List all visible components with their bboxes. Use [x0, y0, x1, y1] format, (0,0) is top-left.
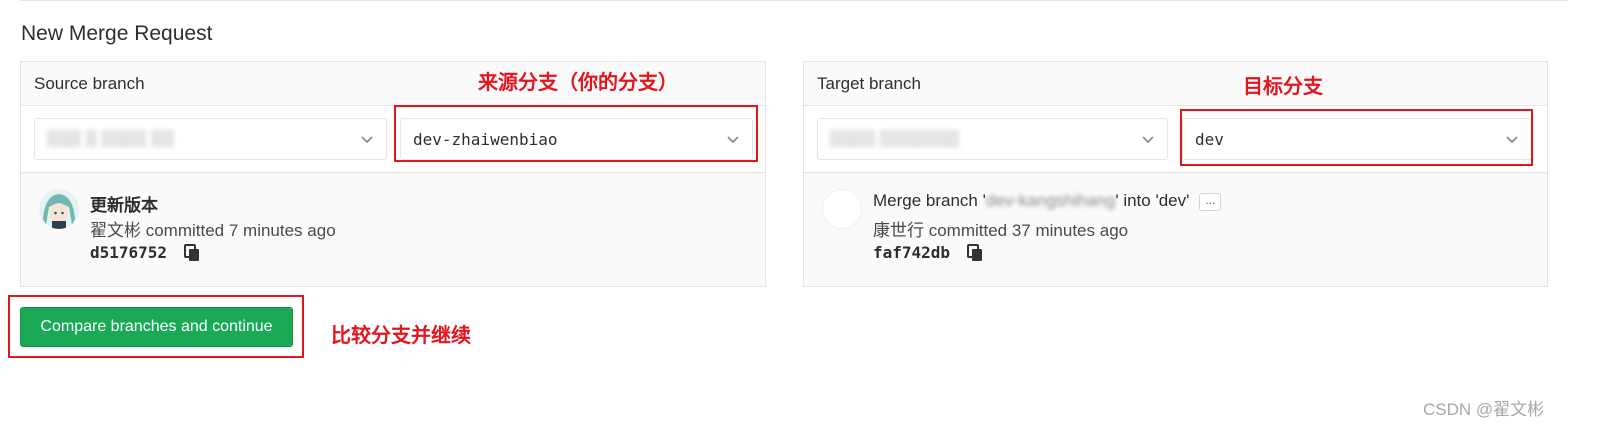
- commit-message-prefix: Merge branch ': [873, 191, 986, 210]
- target-project-dropdown[interactable]: ▒▒▒▒ ▒▒▒▒▒▒▒: [817, 118, 1168, 160]
- copy-icon[interactable]: [966, 243, 984, 262]
- commit-message-branch: dev-kangshihang: [985, 191, 1116, 210]
- target-branch-panel: Target branch ▒▒▒▒ ▒▒▒▒▒▒▒ dev Merge bra…: [803, 61, 1548, 287]
- chevron-down-icon: [727, 136, 739, 144]
- source-branch-selectors: ▒▒▒ ▒ ▒▒▒▒ ▒▒ dev-zhaiwenbiao: [21, 106, 765, 173]
- chevron-down-icon: [1506, 136, 1518, 144]
- source-commit-info: 更新版本 翟文彬 committed 7 minutes ago d517675…: [21, 173, 765, 286]
- top-divider: [20, 0, 1568, 1]
- compare-annotation: 比较分支并继续: [331, 325, 471, 347]
- avatar: [39, 189, 79, 229]
- target-commit-sha-row: faf742db: [873, 243, 984, 262]
- source-project-value: ▒▒▒ ▒ ▒▒▒▒ ▒▒: [47, 130, 174, 147]
- target-project-value: ▒▒▒▒ ▒▒▒▒▒▒▒: [830, 130, 960, 147]
- page-title: New Merge Request: [21, 22, 213, 45]
- source-commit-sha[interactable]: d5176752: [90, 243, 167, 262]
- target-commit-sha[interactable]: faf742db: [873, 243, 950, 262]
- copy-icon[interactable]: [183, 243, 201, 262]
- target-commit-message[interactable]: Merge branch 'dev-kangshihang' into 'dev…: [873, 191, 1222, 211]
- target-branch-value: dev: [1195, 129, 1224, 149]
- target-branch-header: Target branch: [804, 62, 1547, 106]
- commit-message-suffix: ' into 'dev': [1115, 191, 1190, 210]
- source-commit-message[interactable]: 更新版本: [90, 191, 158, 216]
- expand-commit-button[interactable]: ...: [1199, 192, 1222, 211]
- source-branch-value: dev-zhaiwenbiao: [413, 129, 558, 149]
- target-commit-meta: 康世行 committed 37 minutes ago: [873, 221, 1129, 240]
- chevron-down-icon: [1142, 136, 1154, 144]
- source-branch-dropdown[interactable]: dev-zhaiwenbiao: [400, 118, 753, 160]
- target-branch-selectors: ▒▒▒▒ ▒▒▒▒▒▒▒ dev: [804, 106, 1547, 173]
- compare-branches-button[interactable]: Compare branches and continue: [20, 307, 293, 347]
- source-commit-meta: 翟文彬 committed 7 minutes ago: [90, 221, 336, 240]
- chevron-down-icon: [361, 136, 373, 144]
- source-project-dropdown[interactable]: ▒▒▒ ▒ ▒▒▒▒ ▒▒: [34, 118, 387, 160]
- source-commit-sha-row: d5176752: [90, 243, 201, 262]
- watermark: CSDN @翟文彬: [1423, 400, 1545, 419]
- source-branch-annotation: 来源分支（你的分支）: [478, 72, 678, 94]
- avatar: [822, 189, 862, 229]
- target-branch-dropdown[interactable]: dev: [1182, 118, 1532, 160]
- target-commit-info: Merge branch 'dev-kangshihang' into 'dev…: [804, 173, 1547, 286]
- target-branch-annotation: 目标分支: [1243, 76, 1323, 98]
